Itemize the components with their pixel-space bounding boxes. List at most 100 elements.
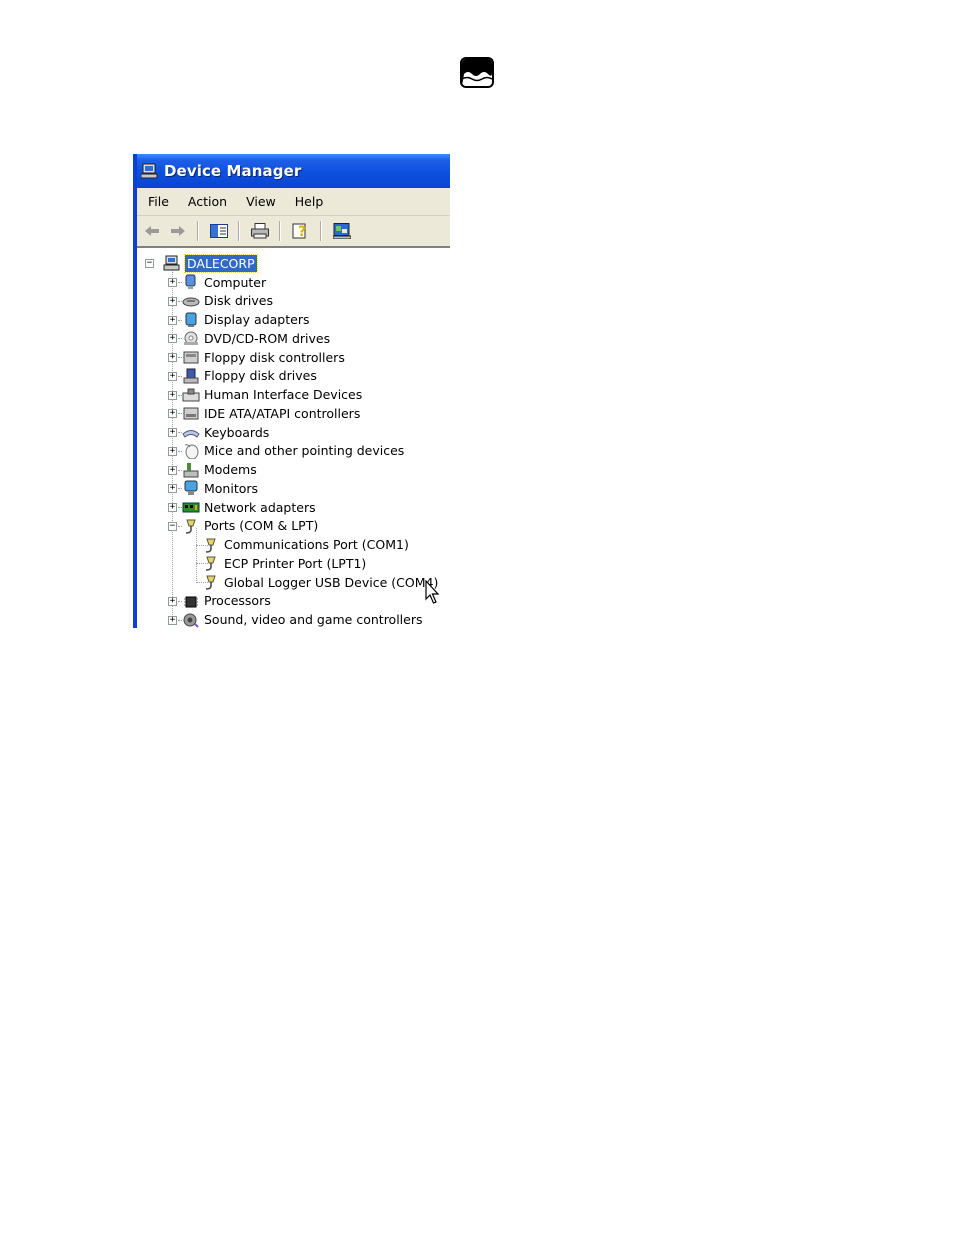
tree-item-port-1[interactable]: ECP Printer Port (LPT1): [202, 554, 366, 572]
expand-toggle[interactable]: +: [168, 296, 177, 306]
collapse-toggle[interactable]: −: [145, 259, 154, 268]
toolbar-separator: [279, 221, 280, 241]
tree-connector: [178, 394, 182, 396]
tree-connector: [178, 413, 182, 415]
tree-connector: [178, 600, 182, 602]
disk-drive-icon: [182, 297, 200, 307]
tree-item-label: Keyboards: [204, 424, 270, 440]
tree-connector: [178, 619, 182, 621]
tree-item-sound[interactable]: + Sound, video and game controllers: [168, 611, 423, 629]
expand-toggle[interactable]: +: [168, 428, 177, 437]
tree-root-label[interactable]: DALECORP: [184, 253, 258, 273]
hid-icon: [182, 388, 200, 401]
toolbar: ?: [137, 216, 450, 248]
tree-item-label: Processors: [204, 593, 271, 609]
tree-item-mouse[interactable]: + Mice and other pointing devices: [168, 442, 404, 460]
tree-item-label: Mice and other pointing devices: [204, 443, 405, 459]
back-button[interactable]: [141, 220, 163, 242]
menu-view[interactable]: View: [236, 194, 285, 209]
network-adapter-icon: [182, 502, 200, 513]
mouse-icon: [184, 444, 199, 459]
expand-toggle[interactable]: +: [168, 390, 177, 400]
port-icon: [185, 519, 196, 534]
floppy-icon: [183, 368, 199, 384]
expand-toggle[interactable]: +: [168, 446, 177, 456]
forward-icon: [171, 226, 185, 236]
tree-item-cd-drive[interactable]: + DVD/CD-ROM drives: [168, 329, 330, 347]
tree-item-label: Sound, video and game controllers: [204, 612, 423, 627]
menu-file[interactable]: File: [137, 194, 178, 209]
tree-connector: [178, 469, 182, 471]
tree-connector: [178, 300, 182, 302]
tree-item-floppy[interactable]: + Floppy disk drives: [168, 367, 317, 385]
menu-action[interactable]: Action: [178, 194, 236, 209]
tree-connector: [178, 525, 182, 527]
expand-toggle[interactable]: +: [168, 596, 177, 606]
tree-guide-line: [196, 528, 197, 583]
tree-item-network-adapter[interactable]: + Network adapters: [168, 498, 316, 516]
tree-item-disk-drive[interactable]: + Disk drives: [168, 292, 273, 310]
tree-item-label: Floppy disk drives: [204, 368, 317, 384]
tree-connector: [178, 338, 182, 340]
tree-item-label: Computer: [204, 274, 267, 290]
tree-item-label: DVD/CD-ROM drives: [204, 330, 331, 346]
tree-item-controller[interactable]: + Floppy disk controllers: [168, 348, 345, 366]
controller-icon: [183, 351, 199, 364]
ide-icon: [183, 407, 199, 420]
tree-item-label: Network adapters: [204, 499, 316, 515]
expand-toggle[interactable]: +: [168, 409, 177, 419]
tree-item-port[interactable]: − Ports (COM & LPT): [168, 517, 318, 535]
tree-connector: [178, 319, 182, 321]
wave-logo-icon: [460, 57, 494, 88]
tree-root[interactable]: − DALECORP: [145, 253, 258, 273]
tree-item-ide[interactable]: + IDE ATA/ATAPI controllers: [168, 404, 360, 422]
tree-item-processor[interactable]: + Processors: [168, 592, 271, 610]
tree-item-port-0[interactable]: Communications Port (COM1): [202, 536, 409, 554]
expand-toggle[interactable]: +: [168, 484, 177, 494]
expand-toggle[interactable]: +: [168, 278, 177, 287]
expand-toggle[interactable]: +: [168, 353, 177, 362]
expand-toggle[interactable]: +: [168, 615, 177, 625]
svg-text:?: ?: [298, 224, 306, 240]
tree-item-label: Communications Port (COM1): [224, 537, 409, 552]
menu-bar: File Action View Help: [137, 188, 450, 216]
tree-item-label: Modems: [204, 462, 257, 477]
tree-connector: [196, 582, 208, 583]
tree-item-label: Display adapters: [204, 312, 310, 327]
device-tree[interactable]: − DALECORP + Computer + Disk drives + Display…: [137, 248, 450, 628]
tree-connector: [178, 488, 182, 490]
expand-toggle[interactable]: +: [168, 334, 177, 344]
tree-item-computer[interactable]: + Computer: [168, 273, 266, 291]
tree-connector: [196, 563, 208, 565]
keyboard-icon: [182, 430, 200, 438]
menu-help[interactable]: Help: [285, 194, 333, 209]
properties-button[interactable]: [331, 220, 353, 242]
modem-icon: [183, 462, 199, 477]
expand-toggle[interactable]: +: [168, 315, 177, 325]
tree-item-port-2[interactable]: Global Logger USB Device (COM4): [202, 573, 438, 591]
help-button[interactable]: ?: [290, 220, 312, 242]
tree-item-label: IDE ATA/ATAPI controllers: [204, 405, 361, 421]
tree-item-hid[interactable]: + Human Interface Devices: [168, 386, 362, 404]
tree-connector: [178, 375, 182, 377]
tree-item-label: ECP Printer Port (LPT1): [224, 555, 367, 571]
expand-toggle[interactable]: −: [168, 521, 177, 531]
show-hide-tree-button[interactable]: [208, 220, 230, 242]
tree-item-label: Human Interface Devices: [204, 387, 363, 402]
display-adapter-icon: [185, 312, 197, 327]
tree-item-label: Floppy disk controllers: [204, 349, 345, 365]
expand-toggle[interactable]: +: [168, 465, 177, 475]
title-bar[interactable]: Device Manager: [137, 154, 450, 188]
mouse-cursor-icon: [425, 580, 440, 604]
sound-icon: [183, 613, 199, 628]
tree-item-label: Monitors: [204, 480, 259, 496]
expand-toggle[interactable]: +: [168, 371, 177, 381]
tree-item-keyboard[interactable]: + Keyboards: [168, 423, 269, 441]
toolbar-separator: [197, 221, 198, 241]
computer-icon: [185, 274, 196, 289]
device-manager-icon: [141, 163, 158, 179]
tree-item-display-adapter[interactable]: + Display adapters: [168, 311, 309, 329]
print-button[interactable]: [249, 220, 271, 242]
expand-toggle[interactable]: +: [168, 503, 177, 512]
forward-button[interactable]: [167, 220, 189, 242]
